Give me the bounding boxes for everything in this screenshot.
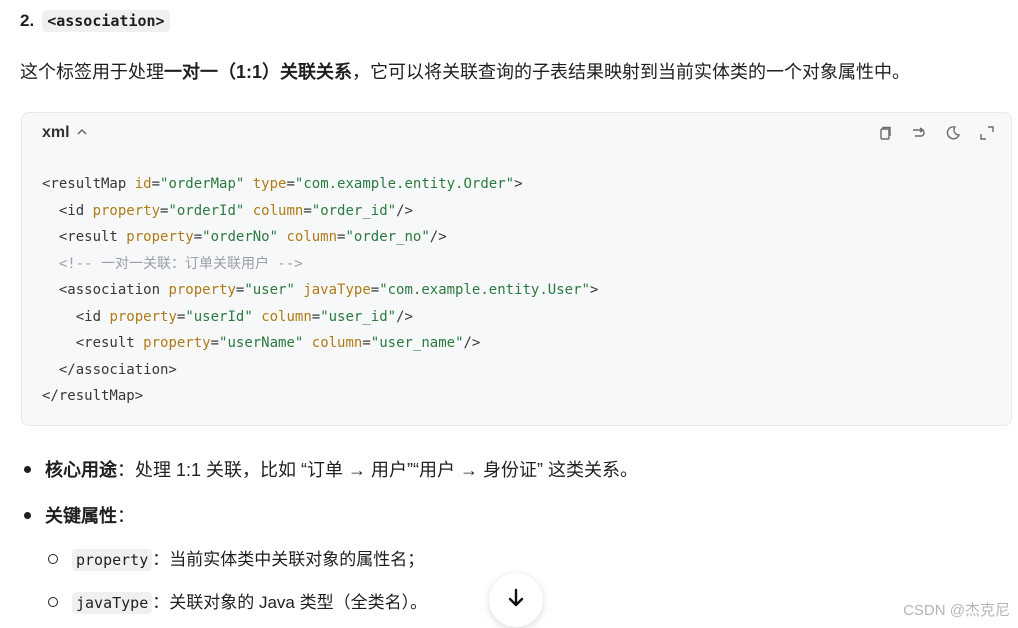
code-line: <id property="orderId" column="order_id"… — [42, 202, 413, 219]
sub-list-item: javaType ：关联对象的 Java 类型（全类名）。 — [48, 588, 428, 614]
inline-code: javaType — [72, 592, 153, 614]
intro-pre: 这个标签用于处理 — [20, 62, 164, 82]
inline-code: property — [72, 549, 153, 571]
bullet-bold: 核心用途 — [45, 460, 117, 480]
wrap-icon[interactable] — [909, 123, 929, 143]
bullet-bold: 关键属性 — [45, 506, 117, 526]
code-line: <result property="userName" column="user… — [42, 335, 481, 351]
code-line: </resultMap> — [42, 388, 144, 404]
bullet-circle — [48, 553, 58, 564]
intro-bold: 一对一（1:1）关联关系 — [164, 62, 353, 82]
watermark: CSDN @杰克尼 — [903, 602, 1010, 619]
list-item: 关键属性： — [24, 502, 135, 528]
scroll-down-button[interactable] — [489, 573, 543, 627]
chevron-up-icon[interactable] — [76, 125, 88, 141]
code-language: xml — [42, 124, 70, 141]
copy-icon[interactable] — [875, 123, 895, 143]
sub-text: ：关联对象的 Java 类型（全类名）。 — [152, 593, 428, 612]
code-block: xml <resultMap id="orderMap" type="com.e… — [21, 112, 1012, 426]
code-header: xml — [22, 113, 1011, 153]
expand-icon[interactable] — [977, 123, 997, 143]
intro-paragraph: 这个标签用于处理一对一（1:1）关联关系，它可以将关联查询的子表结果映射到当前实… — [20, 58, 910, 86]
code-content: <resultMap id="orderMap" type="com.examp… — [42, 171, 598, 410]
section-number: 2. — [20, 11, 35, 30]
arrow-down-icon — [507, 588, 525, 613]
theme-icon[interactable] — [943, 123, 963, 143]
code-line: </association> — [42, 361, 177, 378]
code-line: <id property="userId" column="user_id"/> — [42, 308, 413, 325]
sub-text: ：当前实体类中关联对象的属性名； — [152, 550, 425, 569]
bullet-circle — [48, 596, 58, 607]
section-tag: <association> — [42, 10, 170, 32]
code-line: <association property="user" javaType="c… — [42, 282, 599, 298]
bullet-text: ：处理 1:1 关联，比如 “订单 → 用户”“用户 → 身份证” 这类关系。 — [117, 460, 639, 480]
bullet-dot — [24, 511, 31, 519]
section-heading: 2. <association> — [20, 10, 170, 32]
bullet-text: ： — [117, 506, 135, 526]
bullet-dot — [24, 465, 31, 473]
list-item: 核心用途：处理 1:1 关联，比如 “订单 → 用户”“用户 → 身份证” 这类… — [24, 456, 638, 482]
code-line: <resultMap id="orderMap" type="com.examp… — [42, 176, 523, 192]
intro-post: ，它可以将关联查询的子表结果映射到当前实体类的一个对象属性中。 — [352, 62, 911, 82]
code-toolbar — [875, 123, 997, 143]
code-line: <result property="orderNo" column="order… — [42, 229, 447, 245]
code-comment: <!-- 一对一关联：订单关联用户 --> — [42, 255, 303, 272]
sub-list-item: property ：当前实体类中关联对象的属性名； — [48, 545, 425, 571]
